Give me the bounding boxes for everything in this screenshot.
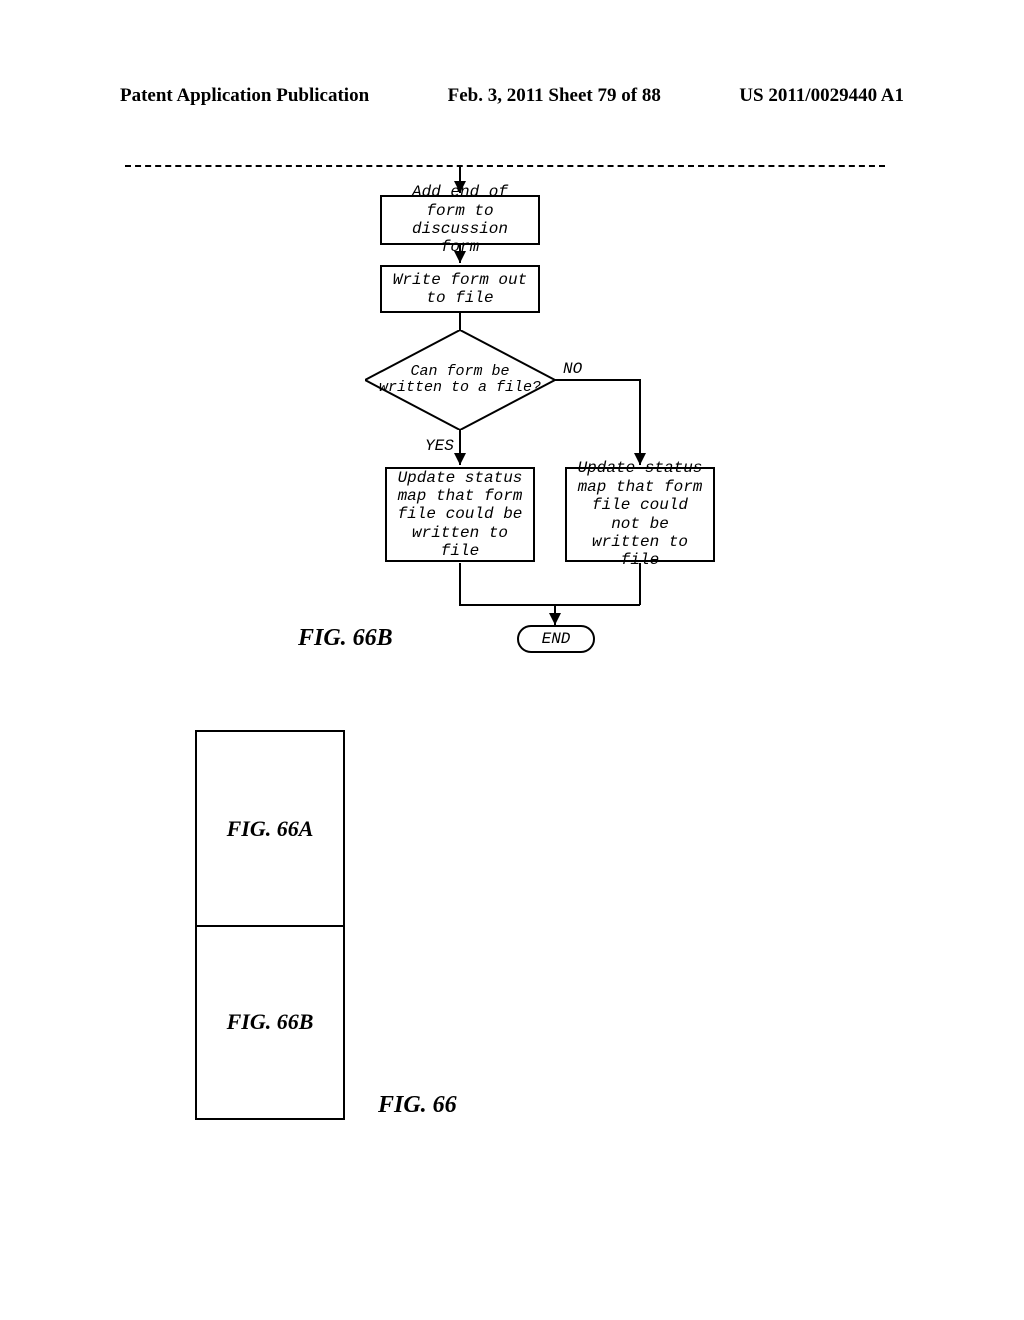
- figure-composite-stack: FIG. 66A FIG. 66B: [195, 730, 345, 1120]
- header-right: US 2011/0029440 A1: [739, 85, 904, 107]
- flow-decision-can-write: Can form be written to a file?: [365, 330, 555, 430]
- flow-terminator-end: END: [517, 625, 595, 653]
- composite-cell-66a: FIG. 66A: [197, 732, 343, 925]
- decision-text: Can form be written to a file?: [365, 330, 555, 430]
- header-left: Patent Application Publication: [120, 85, 369, 107]
- flowchart: Add end of form to discussion form Write…: [125, 165, 885, 680]
- figure-caption-66: FIG. 66: [378, 1092, 457, 1119]
- flow-box-status-yes: Update status map that form file could b…: [385, 467, 535, 562]
- composite-cell-66b: FIG. 66B: [197, 925, 343, 1118]
- flow-box-status-no: Update status map that form file could n…: [565, 467, 715, 562]
- flow-box-write-file: Write form out to file: [380, 265, 540, 313]
- header-center: Feb. 3, 2011 Sheet 79 of 88: [448, 85, 661, 107]
- figure-caption-66b: FIG. 66B: [298, 625, 393, 652]
- patent-page: Patent Application Publication Feb. 3, 2…: [0, 0, 1024, 1320]
- label-yes: YES: [425, 437, 454, 455]
- label-no: NO: [563, 360, 582, 378]
- flow-box-add-end: Add end of form to discussion form: [380, 195, 540, 245]
- page-header: Patent Application Publication Feb. 3, 2…: [0, 85, 1024, 107]
